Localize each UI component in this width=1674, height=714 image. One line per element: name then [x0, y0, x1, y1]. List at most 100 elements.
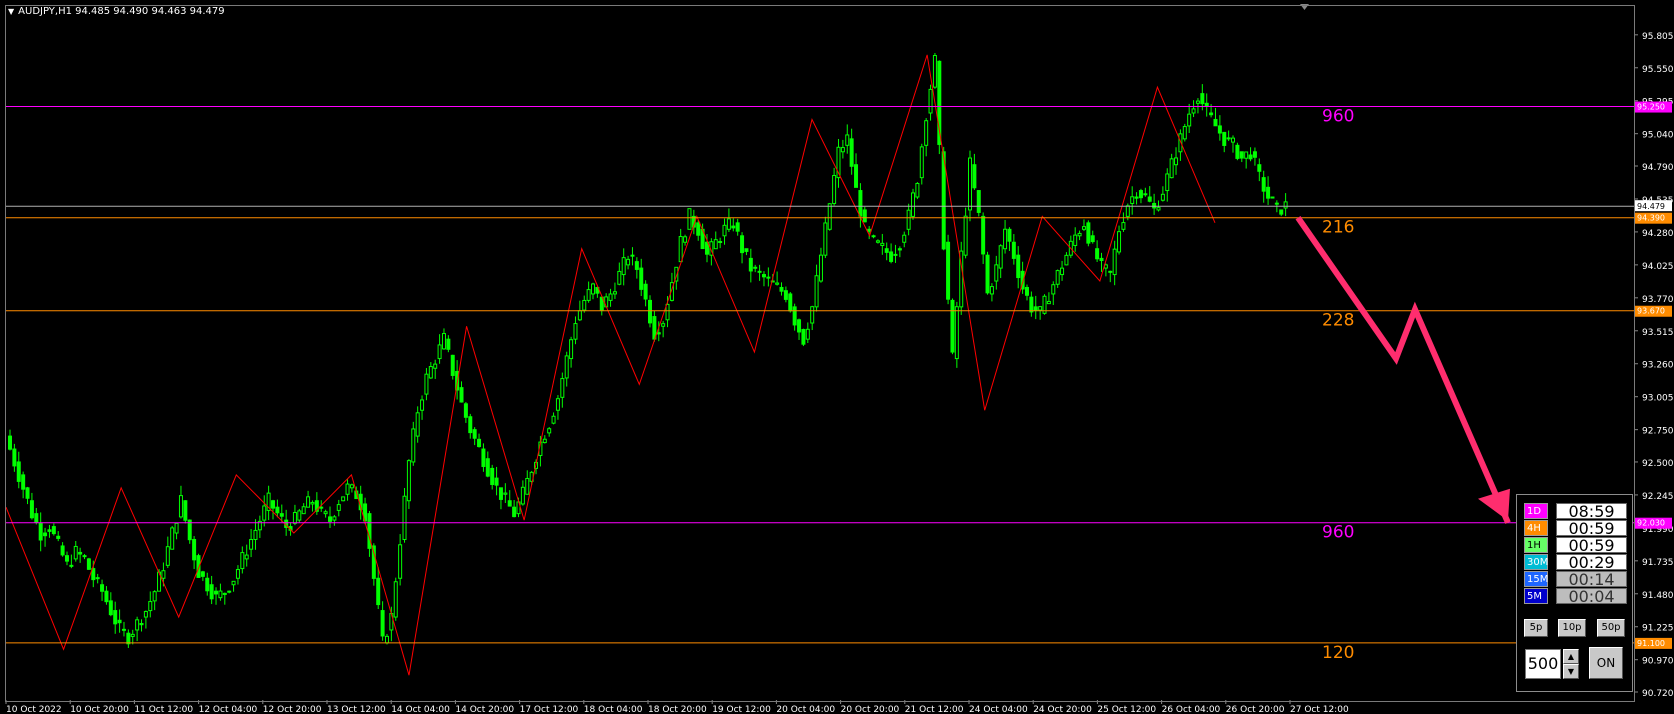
candle-body — [130, 633, 135, 637]
candle-body — [722, 224, 727, 237]
candle-body — [1029, 296, 1034, 313]
candle-body — [12, 448, 17, 467]
candle-body — [849, 138, 854, 167]
candle-body — [718, 241, 723, 244]
step-5p-button[interactable]: 5p — [1524, 619, 1548, 637]
level-price-label: 94.390 — [1637, 214, 1665, 223]
candle-body — [319, 506, 324, 509]
x-tick-label: 14 Oct 04:00 — [391, 705, 450, 714]
chart-menu-triangle-icon[interactable]: ▼ — [8, 7, 14, 16]
timer-countdown: 00:14 — [1556, 571, 1627, 588]
candle-body — [306, 496, 311, 508]
candle-body — [858, 190, 863, 217]
candle-body — [121, 628, 126, 631]
timeframe-badge: 5M — [1524, 588, 1548, 604]
candle-body — [954, 306, 959, 360]
candle-body — [275, 506, 280, 514]
candle-body — [1200, 93, 1205, 105]
chart-window[interactable]: 95.80595.55095.29595.04094.79094.53594.2… — [0, 0, 1674, 714]
candle-body — [86, 558, 91, 570]
candle-body — [1064, 254, 1069, 266]
step-50p-button[interactable]: 50p — [1597, 619, 1625, 637]
candle-body — [573, 323, 578, 340]
candle-body — [349, 484, 354, 489]
candle-body — [932, 55, 937, 88]
candle-body — [656, 332, 661, 335]
candle-body — [393, 581, 398, 618]
candle-body — [104, 590, 109, 603]
candle-body — [678, 236, 683, 263]
timer-countdown: 00:59 — [1556, 520, 1627, 537]
count-input[interactable]: 500 — [1525, 649, 1561, 679]
bid-price-label: 94.479 — [1637, 202, 1665, 211]
candle-body — [95, 577, 100, 580]
y-tick-label: 92.750 — [1642, 427, 1674, 437]
candle-body — [481, 448, 486, 467]
candle-body — [402, 495, 407, 540]
candle-body — [490, 467, 495, 485]
candle-body — [981, 215, 986, 255]
candle-body — [218, 590, 223, 599]
candle-body — [968, 157, 972, 211]
level-pips-label: 216 — [1322, 218, 1354, 238]
candle-body — [547, 428, 552, 434]
candle-body — [424, 373, 429, 395]
candle-body — [192, 538, 197, 561]
candle-body — [244, 554, 249, 560]
candle-body — [740, 235, 745, 254]
candle-body — [591, 283, 596, 295]
candle-body — [485, 458, 490, 477]
candle-body — [446, 338, 451, 350]
timer-countdown: 00:04 — [1556, 588, 1627, 605]
level-price-label: 95.250 — [1637, 103, 1665, 112]
candle-body — [406, 460, 411, 502]
candle-body — [1108, 270, 1113, 273]
candle-body — [301, 506, 306, 515]
candle-body — [735, 222, 740, 232]
candle-body — [100, 584, 105, 592]
projection-arrow-line — [1295, 215, 1511, 524]
candle-body — [1156, 207, 1161, 211]
candle-body — [630, 254, 635, 257]
step-10p-button[interactable]: 10p — [1558, 619, 1586, 637]
candle-body — [564, 355, 569, 379]
timer-countdown: 00:59 — [1556, 537, 1627, 554]
candle-body — [367, 513, 372, 549]
y-tick-label: 93.515 — [1642, 328, 1674, 338]
candle-body — [919, 146, 924, 179]
candle-body — [292, 512, 297, 524]
x-tick-label: 26 Oct 20:00 — [1226, 705, 1285, 714]
candle-body — [69, 564, 74, 567]
timer-countdown: 00:29 — [1556, 554, 1627, 571]
candle-body — [753, 266, 758, 269]
candle-body — [222, 592, 227, 595]
y-tick-label: 94.025 — [1642, 262, 1674, 272]
candle-body — [1073, 234, 1078, 246]
y-tick-label: 93.770 — [1642, 295, 1674, 305]
candle-body — [1165, 173, 1170, 192]
candle-body — [783, 290, 788, 300]
candle-body — [854, 164, 859, 188]
level-pips-label: 120 — [1322, 643, 1354, 663]
candle-body — [152, 591, 157, 602]
candle-body — [174, 522, 179, 534]
candle-body — [634, 261, 639, 270]
candle-body — [1270, 196, 1275, 199]
candle-body — [56, 535, 61, 539]
candle-body — [1252, 151, 1257, 158]
candle-body — [1117, 231, 1122, 253]
candle-body — [1095, 248, 1100, 260]
candle-body — [1217, 125, 1222, 134]
candle-body — [398, 544, 403, 579]
candle-body — [985, 254, 990, 294]
spin-down-icon[interactable]: ▼ — [1563, 664, 1579, 679]
x-tick-label: 27 Oct 12:00 — [1290, 705, 1349, 714]
spin-up-icon[interactable]: ▲ — [1563, 649, 1579, 664]
candle-body — [1266, 186, 1271, 199]
candle-body — [1174, 157, 1179, 166]
candle-body — [810, 306, 815, 324]
candle-body — [757, 270, 762, 273]
price-chart[interactable]: 95.80595.55095.29595.04094.79094.53594.2… — [0, 0, 1674, 714]
candle-body — [200, 571, 205, 577]
toggle-on-button[interactable]: ON — [1589, 647, 1623, 679]
